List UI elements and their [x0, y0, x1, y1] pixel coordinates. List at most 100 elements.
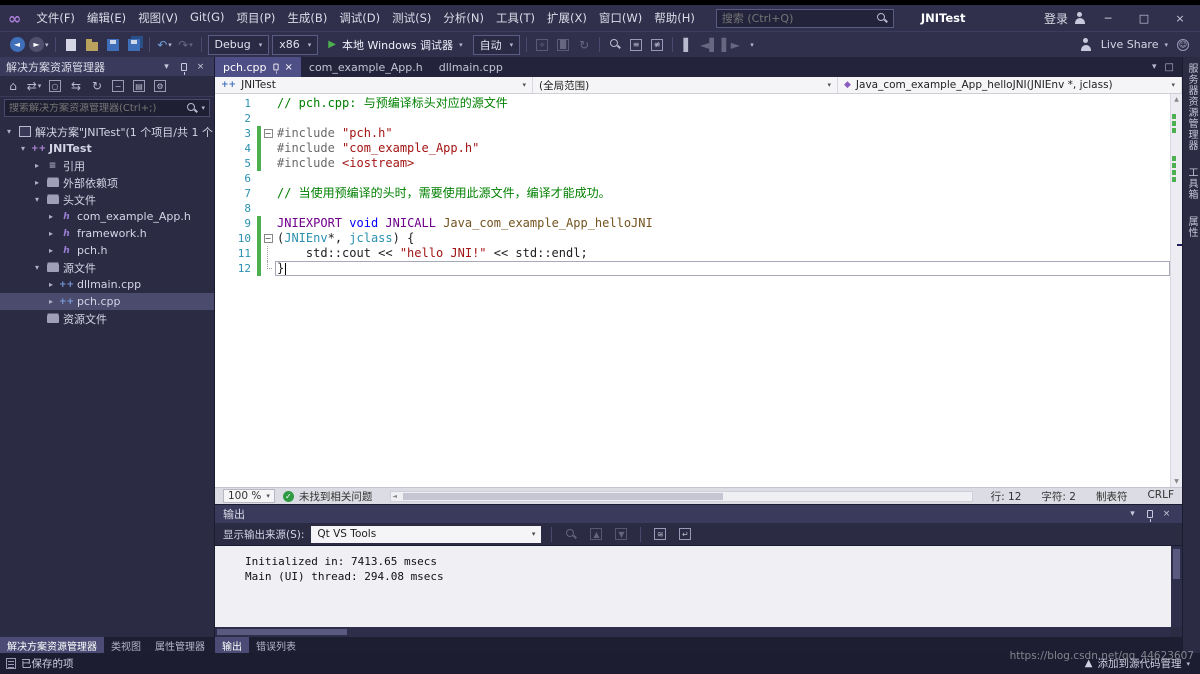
menu-item[interactable]: 分析(N): [437, 8, 490, 28]
tree-item[interactable]: ▾头文件: [0, 191, 214, 208]
scroll-up-icon[interactable]: ▲: [1171, 94, 1182, 105]
code-line[interactable]: 2: [215, 111, 1170, 126]
open-file-icon[interactable]: [83, 35, 101, 55]
menu-item[interactable]: 扩展(X): [541, 8, 593, 28]
tree-item[interactable]: ▾++JNITest: [0, 140, 214, 157]
editor-horizontal-scrollbar[interactable]: ◄: [390, 491, 972, 502]
redo-icon[interactable]: ↷▾: [177, 35, 195, 55]
editor-vertical-scrollbar[interactable]: ▲ ▼: [1170, 94, 1182, 487]
tree-item[interactable]: ▸hpch.h: [0, 242, 214, 259]
output-source-dropdown[interactable]: Qt VS Tools ▾: [311, 526, 541, 543]
expander-icon[interactable]: ▾: [18, 144, 28, 153]
previous-bookmark-icon[interactable]: ◄▌: [700, 35, 718, 55]
pin-icon[interactable]: [176, 63, 191, 71]
expander-icon[interactable]: ▾: [4, 127, 14, 136]
expander-icon[interactable]: ▾: [32, 263, 42, 272]
code-line[interactable]: 6: [215, 171, 1170, 186]
break-all-icon[interactable]: ▐▌: [554, 35, 572, 55]
breadcrumb-member-dropdown[interactable]: ◆ Java_com_example_App_helloJNI(JNIEnv *…: [838, 77, 1182, 93]
pending-changes-filter-icon[interactable]: ○: [46, 76, 64, 96]
menu-item[interactable]: 调试(D): [333, 8, 386, 28]
code-editor[interactable]: 1// pch.cpp: 与预编译标头对应的源文件23−#include "pc…: [215, 94, 1170, 487]
code-line[interactable]: 12}: [215, 261, 1170, 276]
live-share-button[interactable]: Live Share: [1101, 38, 1159, 51]
scroll-down-icon[interactable]: ▼: [1171, 476, 1182, 487]
sidebar-tab[interactable]: 类视图: [104, 637, 148, 653]
panel-options-chevron-icon[interactable]: ▾: [159, 62, 174, 72]
uncomment-selection-icon[interactable]: ≢: [648, 35, 666, 55]
solution-configuration-dropdown[interactable]: Debug▾: [208, 35, 270, 55]
navigate-back-icon[interactable]: ◄: [8, 35, 26, 55]
code-line[interactable]: 8: [215, 201, 1170, 216]
menu-item[interactable]: 编辑(E): [81, 8, 132, 28]
show-all-files-icon[interactable]: ▤: [130, 76, 148, 96]
code-line[interactable]: 9JNIEXPORT void JNICALL Java_com_example…: [215, 216, 1170, 231]
tree-item[interactable]: ▸hframework.h: [0, 225, 214, 242]
code-line[interactable]: 10−(JNIEnv*, jclass) {: [215, 231, 1170, 246]
switch-views-icon[interactable]: ⇄▾: [25, 76, 43, 96]
code-line[interactable]: 1// pch.cpp: 与预编译标头对应的源文件: [215, 96, 1170, 111]
next-bookmark-icon[interactable]: ▌►: [722, 35, 740, 55]
maximize-button[interactable]: □: [1130, 10, 1158, 27]
code-line[interactable]: 11 std::cout << "hello JNI!" << std::end…: [215, 246, 1170, 261]
indent-indicator[interactable]: 制表符: [1096, 489, 1128, 504]
menu-item[interactable]: 窗口(W): [593, 8, 648, 28]
panel-tab[interactable]: 输出: [215, 637, 249, 653]
side-tab[interactable]: 服务器资源管理器: [1184, 63, 1199, 151]
solution-search-input[interactable]: [9, 103, 184, 114]
solution-search-box[interactable]: ▾: [4, 99, 210, 117]
code-line[interactable]: 3−#include "pch.h": [215, 126, 1170, 141]
minimize-button[interactable]: ─: [1094, 10, 1122, 27]
sync-with-active-document-icon[interactable]: ⇆: [67, 76, 85, 96]
float-window-icon[interactable]: □: [1165, 62, 1174, 73]
word-wrap-icon[interactable]: ↵: [676, 524, 694, 544]
tree-item[interactable]: ▾解决方案"JNITest"(1 个项目/共 1 个): [0, 123, 214, 140]
expander-icon[interactable]: ▸: [32, 178, 42, 187]
menu-item[interactable]: 生成(B): [281, 8, 333, 28]
document-tab[interactable]: com_example_App.h: [301, 57, 431, 77]
output-vertical-scrollbar[interactable]: [1171, 546, 1182, 627]
breadcrumb-scope-dropdown[interactable]: (全局范围) ▾: [533, 77, 838, 93]
quick-search-input[interactable]: [722, 12, 873, 25]
expander-icon[interactable]: ▸: [46, 212, 56, 221]
refresh-icon[interactable]: ↻: [88, 76, 106, 96]
expander-icon[interactable]: ▸: [46, 246, 56, 255]
saved-items-status[interactable]: 已保存的项: [6, 656, 74, 671]
find-in-files-icon[interactable]: [606, 35, 624, 55]
scrollbar-thumb[interactable]: [217, 629, 347, 635]
expander-icon[interactable]: ▸: [46, 280, 56, 289]
menu-item[interactable]: 工具(T): [490, 8, 541, 28]
code-line[interactable]: 7// 当使用预编译的头时，需要使用此源文件，编译才能成功。: [215, 186, 1170, 201]
tree-item[interactable]: ▸外部依赖项: [0, 174, 214, 191]
menu-item[interactable]: 项目(P): [231, 8, 282, 28]
menu-item[interactable]: 文件(F): [30, 8, 81, 28]
pin-icon[interactable]: [273, 64, 278, 71]
tree-item[interactable]: ▸≡引用: [0, 157, 214, 174]
save-icon[interactable]: [104, 35, 122, 55]
comment-selection-icon[interactable]: ≡: [627, 35, 645, 55]
solution-platform-dropdown[interactable]: x86▾: [272, 35, 318, 55]
tree-item[interactable]: 资源文件: [0, 310, 214, 327]
pin-icon[interactable]: [1142, 510, 1157, 518]
panel-tab[interactable]: 错误列表: [249, 637, 303, 653]
code-line[interactable]: 4#include "com_example_App.h": [215, 141, 1170, 156]
document-tab[interactable]: pch.cpp×: [215, 57, 301, 77]
side-tab[interactable]: 属性: [1184, 216, 1199, 238]
fold-collapse-icon[interactable]: −: [264, 129, 273, 138]
close-icon[interactable]: ×: [193, 62, 208, 72]
eol-indicator[interactable]: CRLF: [1147, 489, 1174, 504]
restart-icon[interactable]: ↻: [575, 35, 593, 55]
close-icon[interactable]: ×: [285, 62, 293, 73]
output-horizontal-scrollbar[interactable]: [215, 627, 1171, 637]
new-project-icon[interactable]: [62, 35, 80, 55]
next-message-icon[interactable]: ▼: [612, 524, 630, 544]
previous-message-icon[interactable]: ▲: [587, 524, 605, 544]
zoom-dropdown[interactable]: 100 % ▾: [223, 489, 275, 503]
expander-icon[interactable]: ▾: [32, 195, 42, 204]
tree-item[interactable]: ▸++pch.cpp: [0, 293, 214, 310]
tree-item[interactable]: ▸++dllmain.cpp: [0, 276, 214, 293]
menu-item[interactable]: 视图(V): [132, 8, 184, 28]
attach-mode-dropdown[interactable]: 自动▾: [473, 35, 521, 55]
expander-icon[interactable]: ▸: [32, 161, 42, 170]
close-icon[interactable]: ×: [1159, 509, 1174, 519]
